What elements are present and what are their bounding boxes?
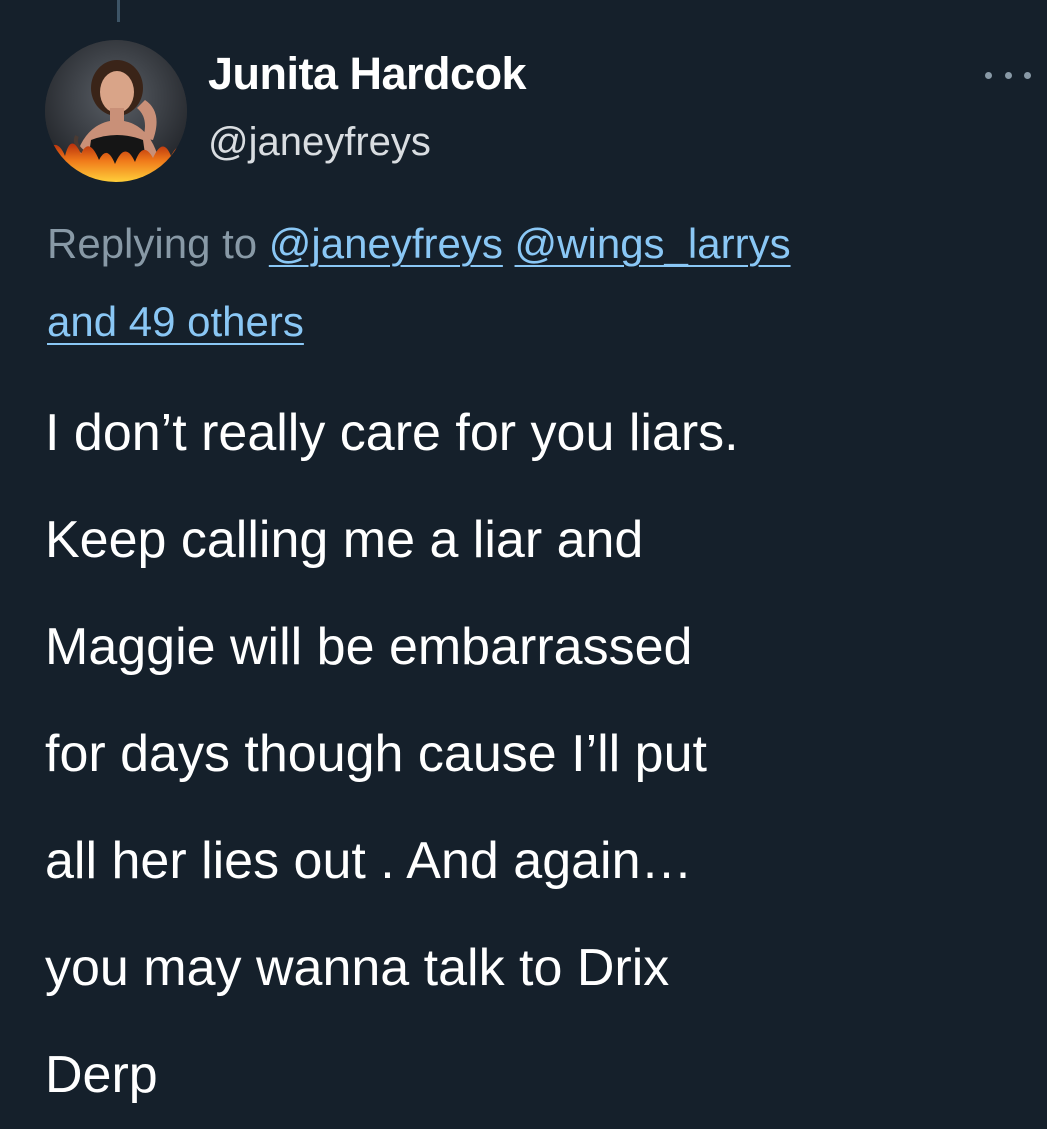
more-options-icon	[985, 71, 992, 79]
mention-link[interactable]: @janeyfreys	[269, 220, 503, 267]
author-avatar[interactable]	[45, 40, 187, 182]
reply-context: Replying to @janeyfreys @wings_larrys an…	[47, 205, 1037, 361]
tweet-text-line: you may wanna talk to Drix	[45, 939, 670, 997]
tweet-text-line: for days though cause I’ll put	[45, 725, 707, 783]
tweet-text-line: I don’t really care for you liars.	[45, 404, 739, 462]
thread-connector-line	[117, 0, 120, 22]
tweet-text-line: Maggie will be embarrassed	[45, 618, 693, 676]
replying-to-label: Replying to	[47, 220, 258, 267]
author-display-name[interactable]: Junita Hardcok	[208, 48, 527, 100]
more-options-icon-dot	[1004, 71, 1012, 79]
author-handle[interactable]: @janeyfreys	[208, 120, 431, 165]
others-link[interactable]: and 49 others	[47, 298, 304, 345]
mention-link[interactable]: @wings_larrys	[515, 220, 791, 267]
avatar-image	[45, 40, 187, 182]
tweet-text-line: all her lies out . And again…	[45, 832, 693, 890]
more-options-icon-dot	[1024, 71, 1031, 79]
tweet-body: I don’t really care for you liars. Keep …	[45, 380, 1035, 1129]
tweet-text-line: Keep calling me a liar and	[45, 511, 644, 569]
more-options-button[interactable]	[985, 60, 1031, 90]
